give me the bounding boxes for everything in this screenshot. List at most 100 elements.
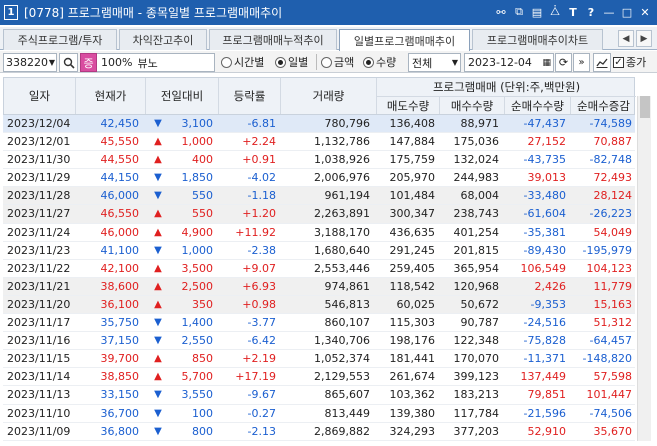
cell-change: 350: [192, 297, 213, 311]
table-row[interactable]: 2023/11/16 37,150 2,550 -6.42 1,340,706 198,1…: [3, 332, 635, 351]
cell-net: -24,516: [523, 316, 566, 330]
cell-date: 2023/11/23: [7, 243, 71, 257]
radio-amount[interactable]: 금액: [321, 54, 354, 70]
down-arrow-icon: ▼: [154, 425, 162, 437]
radio-time-dot[interactable]: [221, 56, 232, 68]
table-row[interactable]: 2023/11/10 36,700 100 -0.27 813,449 139,380 11…: [3, 405, 635, 423]
table-row[interactable]: 2023/11/30 44,550 400 +0.91 1,038,926 175,759…: [3, 151, 635, 170]
header-net-change[interactable]: 순매수증감: [571, 96, 636, 114]
cell-volume: 1,038,926: [314, 153, 370, 167]
table-row[interactable]: 2023/11/27 46,550 550 +1.20 2,263,891 300,347…: [3, 205, 635, 224]
table-row[interactable]: 2023/11/15 39,700 850 +2.19 1,052,374 181,441…: [3, 350, 635, 369]
tab-prev-icon[interactable]: ◀: [618, 30, 634, 47]
table-row[interactable]: 2023/11/22 42,100 3,500 +9.07 2,553,446 259,4…: [3, 260, 635, 278]
tab-program-chart[interactable]: 프로그램매매추이차트: [472, 29, 603, 50]
header-buy[interactable]: 매수수량: [440, 96, 505, 114]
radio-qty[interactable]: 수량: [363, 54, 396, 70]
cell-buy: 399,123: [453, 370, 500, 384]
table-body: 2023/12/04 42,450 3,100 -6.81 780,796 136,408…: [3, 115, 635, 441]
header-rate[interactable]: 등락률: [219, 78, 281, 114]
radio-qty-dot[interactable]: [363, 56, 374, 68]
cell-buy: 90,787: [460, 316, 500, 330]
cell-sell: 300,347: [389, 207, 436, 221]
close-price-checkbox[interactable]: ✓ 종가: [613, 54, 646, 70]
table-row[interactable]: 2023/11/21 38,600 2,500 +6.93 974,861 118,542…: [3, 277, 635, 296]
cell-price: 41,100: [100, 243, 140, 257]
table-row[interactable]: 2023/11/14 38,850 5,700 +17.19 2,129,553 261,…: [3, 368, 635, 387]
dropdown-arrow-icon[interactable]: ▼: [49, 58, 56, 67]
table-row[interactable]: 2023/11/29 44,150 1,850 -4.02 2,006,976 205,9…: [3, 169, 635, 188]
stock-code-input[interactable]: 338220 ▼: [3, 53, 57, 72]
date-value: 2023-12-04: [468, 56, 532, 69]
cell-net-change: -26,223: [589, 207, 632, 221]
radio-amount-dot[interactable]: [321, 56, 332, 68]
up-arrow-icon: ▲: [154, 136, 162, 148]
tab-stock-program[interactable]: 주식프로그램/투자: [3, 29, 117, 50]
table-row[interactable]: 2023/11/09 36,800 800 -2.13 2,869,882 324,293…: [3, 423, 635, 441]
down-arrow-icon: ▼: [154, 389, 162, 401]
radio-time[interactable]: 시간별: [221, 54, 264, 70]
close-icon[interactable]: ✕: [637, 3, 653, 21]
scrollbar-thumb[interactable]: [640, 96, 650, 118]
header-price[interactable]: 현재가: [76, 78, 146, 114]
search-icon[interactable]: [59, 53, 78, 72]
header-change[interactable]: 전일대비: [146, 78, 219, 114]
copy-icon[interactable]: ⧉: [511, 3, 527, 21]
table-row[interactable]: 2023/11/23 41,100 1,000 -2.38 1,680,640 291,2…: [3, 242, 635, 260]
tab-program-cumulative[interactable]: 프로그램매매누적추이: [209, 29, 337, 50]
header-sell[interactable]: 매도수량: [377, 96, 440, 114]
cell-net-change: 35,670: [593, 424, 633, 438]
calendar-icon[interactable]: ▦: [542, 58, 553, 68]
table-row[interactable]: 2023/11/20 36,100 350 +0.98 546,813 60,025 50,…: [3, 295, 635, 315]
cell-date: 2023/11/14: [7, 370, 71, 384]
link-icon[interactable]: ⚯: [493, 3, 509, 21]
market-badge: 증: [80, 53, 97, 72]
cell-rate: -3.77: [247, 316, 276, 330]
pin-icon[interactable]: ⧊: [547, 3, 563, 21]
date-input[interactable]: 2023-12-04 ▦: [464, 53, 554, 72]
tab-next-icon[interactable]: ▶: [636, 30, 652, 47]
cell-net: 52,910: [527, 424, 567, 438]
header-date[interactable]: 일자: [4, 78, 76, 114]
cell-net-change: 101,447: [586, 388, 633, 402]
cell-price: 38,850: [100, 370, 140, 384]
cell-volume: 813,449: [324, 406, 371, 420]
cell-date: 2023/11/30: [7, 153, 71, 167]
table-row[interactable]: 2023/11/24 46,000 4,900 +11.92 3,188,170 436,…: [3, 224, 635, 242]
table-row[interactable]: 2023/12/01 45,550 1,000 +2.24 1,132,786 147,8…: [3, 133, 635, 152]
table-row[interactable]: 2023/11/17 35,750 1,400 -3.77 860,107 115,303…: [3, 314, 635, 333]
text-icon[interactable]: T: [565, 3, 581, 21]
window-icon[interactable]: ▤: [529, 3, 545, 21]
cell-price: 42,100: [100, 261, 140, 275]
table-row[interactable]: 2023/11/28 46,000 550 -1.18 961,194 101,484 68…: [3, 187, 635, 206]
table-row[interactable]: 2023/12/04 42,450 3,100 -6.81 780,796 136,408…: [3, 115, 635, 134]
maximize-icon[interactable]: □: [619, 3, 635, 21]
up-arrow-icon: ▲: [154, 208, 162, 220]
cell-price: 36,800: [100, 424, 140, 438]
chart-icon[interactable]: [593, 53, 611, 72]
cell-buy: 244,983: [453, 171, 500, 185]
market-select[interactable]: 전체 ▼: [408, 53, 461, 72]
checkbox-check-icon[interactable]: ✓: [613, 56, 624, 68]
table-row[interactable]: 2023/11/13 33,150 3,550 -9.67 865,607 103,362…: [3, 386, 635, 405]
cell-rate: +0.91: [242, 153, 276, 167]
header-volume[interactable]: 거래량: [281, 78, 377, 114]
vertical-scrollbar[interactable]: [637, 96, 651, 441]
cell-sell: 261,674: [389, 370, 436, 384]
cell-net: -9,353: [530, 297, 566, 311]
cell-change: 800: [192, 424, 213, 438]
refresh-icon[interactable]: ⟳: [555, 53, 572, 72]
cell-price: 36,700: [100, 406, 140, 420]
tab-arbitrage-balance[interactable]: 차익잔고추이: [119, 29, 207, 50]
cell-buy: 238,743: [453, 207, 500, 221]
cell-change: 400: [192, 153, 213, 167]
tab-daily-program[interactable]: 일별프로그램매매추이: [339, 29, 470, 51]
minimize-icon[interactable]: —: [601, 3, 617, 21]
cell-rate: -9.67: [247, 388, 276, 402]
help-icon[interactable]: ?: [583, 3, 599, 21]
next-page-icon[interactable]: »: [573, 53, 590, 72]
cell-change: 1,000: [181, 135, 214, 149]
radio-daily[interactable]: 일별: [275, 54, 308, 70]
header-net[interactable]: 순매수수량: [505, 96, 571, 114]
radio-daily-dot[interactable]: [275, 56, 286, 68]
